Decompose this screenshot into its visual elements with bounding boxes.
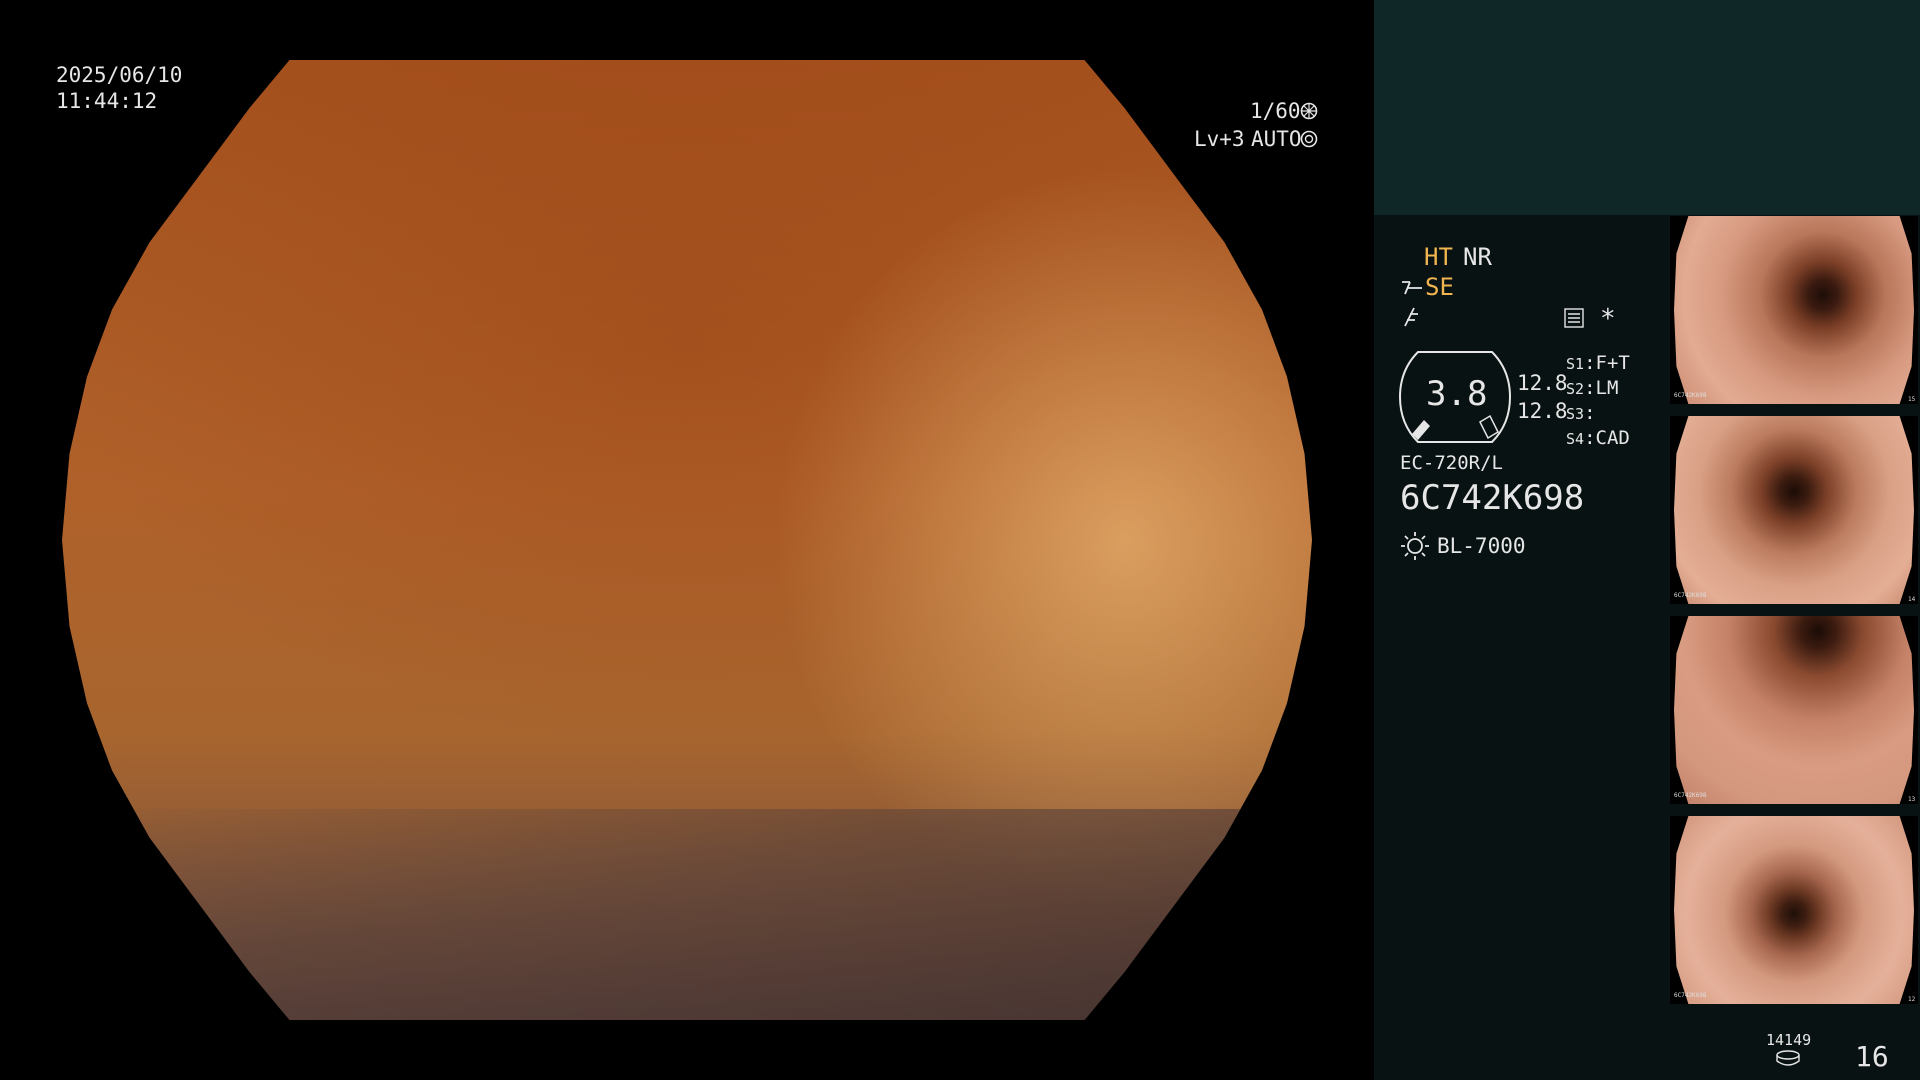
date-label: 2025/06/10 <box>56 63 183 87</box>
thumbnail-index: 12 <box>1908 996 1916 1003</box>
image-count: 14149 <box>1766 1031 1812 1049</box>
info-panel-header <box>1374 0 1920 215</box>
switch-key: S3 <box>1566 405 1585 423</box>
switch-key: S4 <box>1566 430 1585 448</box>
thumbnail-image <box>1674 616 1914 804</box>
switch-2: S2:LM <box>1566 377 1619 399</box>
color-mode-icon <box>1404 307 1418 327</box>
mucosa-fold <box>62 808 1312 1020</box>
zoom-value-1: 12.8 <box>1517 371 1568 395</box>
capture-thumbnail[interactable]: 6C742K698 12 <box>1670 816 1918 1004</box>
switch-value: LM <box>1595 377 1619 399</box>
thumbnail-index: 15 <box>1908 396 1916 403</box>
structure-enhance-icon <box>1402 281 1422 295</box>
switch-4: S4:CAD <box>1566 427 1630 449</box>
switch-key: S2 <box>1566 380 1585 398</box>
scope-serial: 6C742K698 <box>1400 478 1585 518</box>
endoscope-live-view <box>62 60 1312 1020</box>
light-source-label: BL-7000 <box>1437 534 1526 558</box>
se-indicator: SE <box>1425 273 1454 301</box>
nr-indicator: NR <box>1463 243 1492 271</box>
capture-thumbnail[interactable]: 6C742K698 14 <box>1670 416 1918 604</box>
thumbnail-image <box>1674 416 1914 604</box>
iris-mode: AUTO <box>1251 127 1302 151</box>
capture-thumbnail[interactable]: 6C742K698 13 <box>1670 616 1918 804</box>
time-label: 11:44:12 <box>56 89 158 113</box>
switch-value: F+T <box>1595 352 1630 374</box>
thumbnail-image <box>1674 216 1914 404</box>
page-number: 16 <box>1855 1040 1889 1073</box>
iris-icon <box>1300 130 1318 148</box>
switch-1: S1:F+T <box>1566 352 1630 374</box>
thumbnail-serial: 6C742K698 <box>1674 992 1707 999</box>
thumbnail-serial: 6C742K698 <box>1674 792 1707 799</box>
zoom-value-2: 12.8 <box>1517 399 1568 423</box>
thumbnail-image <box>1674 816 1914 1004</box>
thumbnail-serial: 6C742K698 <box>1674 592 1707 599</box>
brightness-level: Lv+3 <box>1194 127 1245 151</box>
shutter-speed: 1/60 <box>1250 99 1301 123</box>
scope-model: EC-720R/L <box>1400 452 1503 474</box>
asterisk-indicator: * <box>1600 304 1616 334</box>
dial-value: 3.8 <box>1426 374 1488 414</box>
settings-icon <box>1564 308 1584 328</box>
ht-indicator: HT <box>1424 243 1453 271</box>
light-source-icon <box>1401 532 1429 560</box>
shutter-icon <box>1300 102 1318 120</box>
thumbnail-serial: 6C742K698 <box>1674 392 1707 399</box>
thumbnail-index: 13 <box>1908 796 1916 803</box>
switch-3: S3: <box>1566 402 1596 424</box>
capture-thumbnail[interactable]: 6C742K698 15 <box>1670 216 1918 404</box>
switch-key: S1 <box>1566 355 1585 373</box>
switch-value: CAD <box>1595 427 1630 449</box>
thumbnail-index: 14 <box>1908 596 1916 603</box>
storage-icon <box>1776 1050 1800 1066</box>
